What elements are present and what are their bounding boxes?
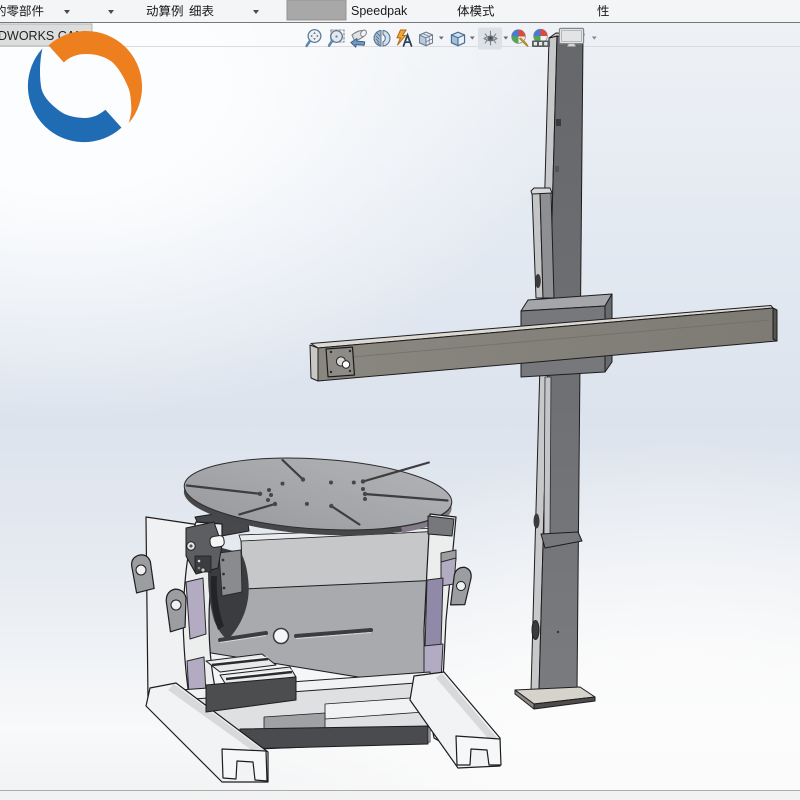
svg-text:Speedpak: Speedpak	[351, 4, 408, 18]
